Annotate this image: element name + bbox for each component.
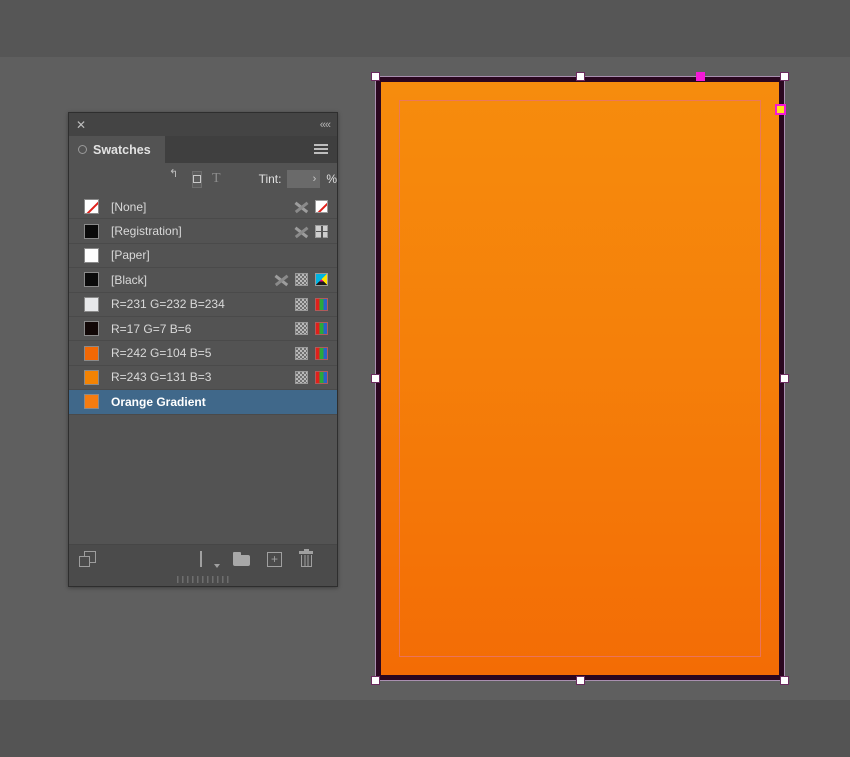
none-swatch-icon	[315, 200, 328, 214]
locked-swatch-icon	[295, 200, 308, 213]
swatch-row-icons	[295, 370, 328, 384]
selection-handle-bottom-left[interactable]	[371, 676, 380, 685]
tint-stepper-icon[interactable]: ›	[313, 173, 317, 185]
panel-tabbar[interactable]: Swatches	[69, 136, 337, 163]
close-icon[interactable]: ✕	[76, 119, 86, 131]
corner-arrow-icon: ↰	[169, 168, 179, 180]
tint-label: Tint:	[258, 172, 282, 186]
panel-footer-toolbar: +	[69, 544, 337, 573]
panel-resize-grip[interactable]	[69, 573, 337, 586]
swatch-row[interactable]: [Black]	[69, 268, 337, 293]
selection-handle-top-left[interactable]	[371, 72, 380, 81]
swatch-list[interactable]: [None] [Registration] [Paper] [Black] R=231 …	[69, 195, 337, 415]
swatches-panel[interactable]: ✕ «« Swatches ↰ T Tint: › % [None] [Regis…	[68, 112, 338, 587]
locked-swatch-icon	[295, 225, 308, 238]
swatch-name: [Paper]	[111, 248, 150, 263]
rgb-color-mode-icon	[315, 322, 328, 336]
swatch-color-chip	[84, 345, 99, 361]
swatch-row[interactable]: R=17 G=7 B=6	[69, 317, 337, 342]
swatch-name: [Registration]	[111, 224, 182, 239]
swatch-color-chip	[84, 223, 99, 239]
swatch-name: R=231 G=232 B=234	[111, 297, 225, 312]
selection-handle-middle-right[interactable]	[780, 374, 789, 383]
swatch-name: [None]	[111, 199, 147, 214]
swatch-row-icons	[295, 322, 328, 336]
rgb-color-mode-icon	[315, 346, 328, 360]
swatch-row-icons	[295, 224, 329, 239]
selection-handle-top-mid[interactable]	[576, 72, 585, 81]
swatch-name: R=242 G=104 B=5	[111, 346, 212, 361]
swatch-name: Orange Gradient	[111, 394, 206, 409]
process-color-halftone-icon	[295, 297, 308, 311]
selection-handle-top-center[interactable]	[696, 72, 705, 81]
rgb-color-mode-icon	[315, 297, 328, 311]
swatch-name: [Black]	[111, 272, 148, 287]
process-color-halftone-icon	[295, 273, 308, 287]
swatch-row[interactable]: Orange Gradient	[69, 390, 337, 415]
swatch-options-row: ↰ T Tint: › %	[69, 163, 337, 195]
margin-guide	[399, 100, 761, 657]
new-swatch-icon[interactable]: +	[267, 551, 282, 567]
tab-swatches-label: Swatches	[93, 142, 151, 157]
swatch-color-chip	[84, 272, 99, 288]
panel-titlebar[interactable]: ✕ ««	[69, 113, 337, 136]
canvas-background-bottom	[0, 700, 850, 757]
process-color-halftone-icon	[295, 370, 308, 384]
show-swatch-kinds-icon[interactable]	[200, 550, 220, 568]
tint-input[interactable]: ›	[287, 170, 321, 188]
page-fill-orange-gradient[interactable]	[381, 82, 779, 675]
tab-swatches[interactable]: Swatches	[69, 136, 165, 163]
selected-artwork-object[interactable]	[371, 72, 789, 685]
delete-swatch-icon[interactable]	[299, 549, 313, 567]
add-to-cc-library-icon[interactable]	[79, 551, 96, 567]
process-color-halftone-icon	[295, 346, 308, 360]
selection-handle-top-right[interactable]	[780, 72, 789, 81]
selection-handle-middle-left[interactable]	[371, 374, 380, 383]
hamburger-menu-icon[interactable]	[314, 144, 328, 154]
canvas-background-top	[0, 0, 850, 57]
swatch-list-empty-area[interactable]	[69, 414, 337, 540]
gradient-anchor-point[interactable]	[775, 104, 786, 115]
registration-target-icon	[315, 224, 329, 239]
swatch-row[interactable]: [Paper]	[69, 244, 337, 269]
text-format-icon[interactable]: T	[212, 171, 221, 187]
fill-stroke-icon[interactable]	[192, 170, 203, 188]
swatches-panel-icon	[78, 145, 87, 154]
swatch-row-icons	[295, 297, 328, 311]
locked-swatch-icon	[275, 273, 288, 286]
swatch-row[interactable]: [Registration]	[69, 219, 337, 244]
rgb-color-mode-icon	[315, 370, 328, 384]
tint-unit-label: %	[326, 172, 337, 186]
swatch-row-icons	[295, 200, 328, 214]
resize-grip-dashes	[177, 576, 229, 583]
cmyk-color-mode-icon	[315, 273, 328, 287]
swatch-row[interactable]: R=242 G=104 B=5	[69, 341, 337, 366]
swatch-row-icons	[295, 346, 328, 360]
swatch-color-chip	[84, 369, 99, 385]
swatch-color-chip	[84, 296, 99, 312]
selection-handle-bottom-right[interactable]	[780, 676, 789, 685]
collapse-panel-icon[interactable]: ««	[320, 119, 331, 131]
swatch-name: R=243 G=131 B=3	[111, 370, 212, 385]
swatch-color-chip	[84, 199, 99, 215]
swatch-row-icons	[275, 273, 328, 287]
swatch-row[interactable]: R=231 G=232 B=234	[69, 293, 337, 317]
new-color-group-icon[interactable]	[233, 552, 250, 566]
swatch-row[interactable]: R=243 G=131 B=3	[69, 366, 337, 391]
process-color-halftone-icon	[295, 322, 308, 336]
swatch-color-chip	[84, 247, 99, 263]
selection-handle-bottom-center[interactable]	[576, 676, 585, 685]
swatch-row[interactable]: [None]	[69, 195, 337, 220]
swatch-color-chip	[84, 394, 99, 410]
swatch-color-chip	[84, 321, 99, 337]
swatch-name: R=17 G=7 B=6	[111, 321, 192, 336]
